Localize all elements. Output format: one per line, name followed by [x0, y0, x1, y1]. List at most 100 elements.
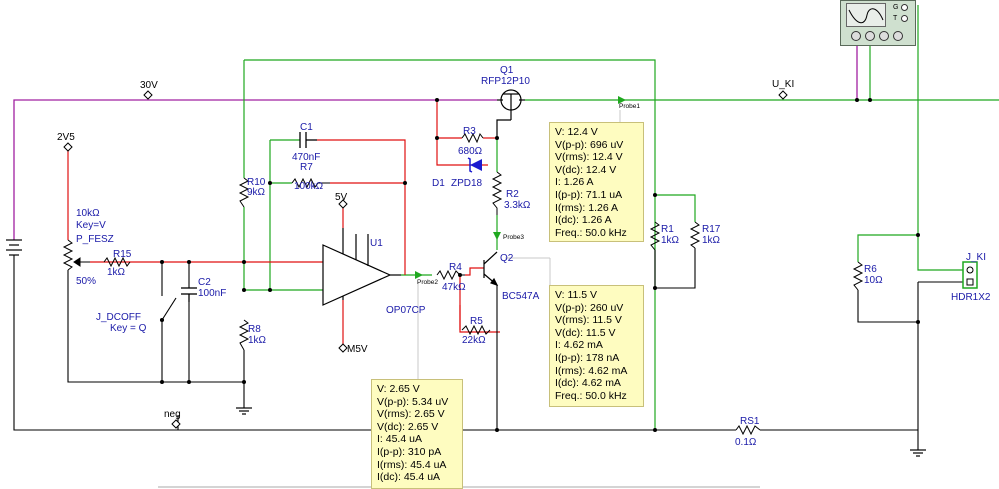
zener-diode-symbol — [467, 157, 482, 173]
probe2-line: I(dc): 45.4 uA — [377, 471, 441, 484]
scope-t-terminal[interactable] — [901, 15, 908, 22]
scope-input-terminal[interactable] — [865, 31, 875, 41]
scope-t-label: T — [893, 15, 898, 22]
switch-ref: J_DCOFF — [96, 312, 141, 323]
scope-input-terminal[interactable] — [893, 31, 903, 41]
q1-part: RFP12P10 — [481, 76, 530, 87]
d1-ref: D1 — [432, 178, 445, 189]
probe1-tag: Probe1 — [619, 103, 640, 110]
net-label-neg: neg — [164, 409, 181, 420]
probe3-line: I(dc): 4.62 mA — [555, 377, 621, 390]
rs1-value: 0.1Ω — [735, 437, 757, 448]
scope-g-terminal[interactable] — [901, 4, 908, 11]
probe3-readout[interactable]: V: 11.5 V V(p-p): 260 uV V(rms): 11.5 V … — [549, 285, 644, 407]
r5-value: 22kΩ — [462, 335, 486, 346]
connector-j-ki — [962, 261, 978, 289]
probe2-line: V(dc): 2.65 V — [377, 420, 439, 433]
resistor-symbols — [103, 132, 864, 436]
probe1-line: V(dc): 12.4 V — [555, 163, 617, 176]
opamp-u1-symbol — [322, 228, 401, 306]
probe3-line: V: 11.5 V — [555, 289, 598, 301]
probe3-line: I: 4.62 mA — [555, 339, 603, 352]
switch-symbol — [159, 288, 177, 323]
probe1-line: I(dc): 1.26 A — [555, 214, 612, 227]
net-label-u-ki: U_KI — [772, 79, 794, 90]
q1-ref: Q1 — [500, 65, 514, 76]
bjt-q2-symbol — [483, 251, 499, 287]
probe2-line: V(rms): 2.65 V — [377, 408, 445, 421]
probe3-line: V(dc): 11.5 V — [555, 326, 616, 339]
c2-value: 100nF — [198, 288, 226, 299]
probe2-line: I(p-p): 310 pA — [377, 445, 442, 458]
r17-ref: R17 — [702, 224, 721, 235]
probe2-line: I: 45.4 uA — [377, 433, 422, 446]
pot-ref: P_FESZ — [76, 234, 114, 245]
r3-ref: R3 — [463, 126, 476, 137]
r2-value: 3.3kΩ — [504, 200, 531, 211]
net-label-2v5: 2V5 — [57, 132, 75, 143]
conn-ref: J_KI — [966, 252, 986, 263]
oscilloscope-instrument[interactable]: G T — [840, 0, 916, 46]
r10-value: 9kΩ — [247, 187, 266, 198]
r6-value: 10Ω — [864, 275, 883, 286]
mosfet-q1-symbol — [496, 89, 525, 138]
r2-ref: R2 — [506, 189, 519, 200]
r7-value: 100kΩ — [294, 181, 324, 192]
r1-ref: R1 — [661, 224, 674, 235]
probe3-line: I(rms): 4.62 mA — [555, 364, 628, 377]
probe2-readout[interactable]: V: 2.65 V V(p-p): 5.34 uV V(rms): 2.65 V… — [371, 379, 463, 489]
probe1-line: I(p-p): 71.1 uA — [555, 188, 623, 201]
probe1-line: Freq.: 50.0 kHz — [555, 226, 627, 239]
probe3-line: Freq.: 50.0 kHz — [555, 389, 627, 402]
scope-input-terminal[interactable] — [879, 31, 889, 41]
probe1-readout[interactable]: V: 12.4 V V(p-p): 696 uV V(rms): 12.4 V … — [549, 122, 644, 242]
r4-ref: R4 — [449, 262, 462, 273]
scope-waveform-icon — [848, 8, 884, 24]
probe1-line: I: 1.26 A — [555, 176, 594, 189]
schematic-canvas: 30V 2V5 U_KI neg 5V M5V Q1 RFP12P10 R3 6… — [6, 5, 999, 488]
net-label-m5v: M5V — [347, 344, 368, 355]
q2-ref: Q2 — [500, 253, 514, 264]
r5-ref: R5 — [470, 316, 483, 327]
rail-30v-wires — [13, 5, 858, 240]
ground-symbols — [236, 407, 926, 457]
r7-ref: R7 — [300, 162, 313, 173]
u1-part: OP07CP — [386, 305, 426, 316]
probe1-line: V: 12.4 V — [555, 126, 598, 138]
r17-value: 1kΩ — [702, 235, 721, 246]
net-label-5v: 5V — [335, 192, 348, 203]
pot-value: 10kΩ — [76, 208, 100, 219]
probe2-tag: Probe2 — [417, 279, 438, 286]
pot-setting: 50% — [76, 276, 96, 287]
r4-value: 47kΩ — [442, 282, 466, 293]
probe1-line: I(rms): 1.26 A — [555, 201, 619, 214]
rs1-ref: RS1 — [740, 416, 760, 427]
r15-value: 1kΩ — [107, 267, 126, 278]
probe3-line: I(p-p): 178 nA — [555, 351, 620, 364]
probe2-line: V: 2.65 V — [377, 383, 420, 395]
u1-ref: U1 — [370, 238, 383, 249]
scope-g-label: G — [893, 4, 899, 11]
r8-value: 1kΩ — [248, 335, 267, 346]
probe3-line: V(p-p): 260 uV — [555, 301, 624, 314]
net-label-30v: 30V — [140, 80, 158, 91]
probe1-line: V(rms): 12.4 V — [555, 151, 623, 164]
c2-ref: C2 — [198, 277, 211, 288]
conn-part: HDR1X2 — [951, 292, 991, 303]
r3-value: 680Ω — [458, 146, 483, 157]
probe2-line: I(rms): 45.4 uA — [377, 458, 447, 471]
battery-symbol — [6, 239, 22, 256]
probe3-tag: Probe3 — [503, 234, 524, 241]
d1-part: ZPD18 — [451, 178, 483, 189]
probe1-line: V(p-p): 696 uV — [555, 138, 624, 151]
probe3-line: V(rms): 11.5 V — [555, 314, 622, 327]
r6-ref: R6 — [864, 264, 877, 275]
junction-dots — [160, 98, 920, 432]
scope-input-terminal[interactable] — [851, 31, 861, 41]
r8-ref: R8 — [248, 324, 261, 335]
component-labels: 30V 2V5 U_KI neg 5V M5V Q1 RFP12P10 R3 6… — [57, 65, 991, 448]
c1-ref: C1 — [300, 122, 313, 133]
scope-screen — [846, 3, 886, 27]
pot-key: Key=V — [76, 220, 106, 231]
r15-ref: R15 — [113, 249, 132, 260]
